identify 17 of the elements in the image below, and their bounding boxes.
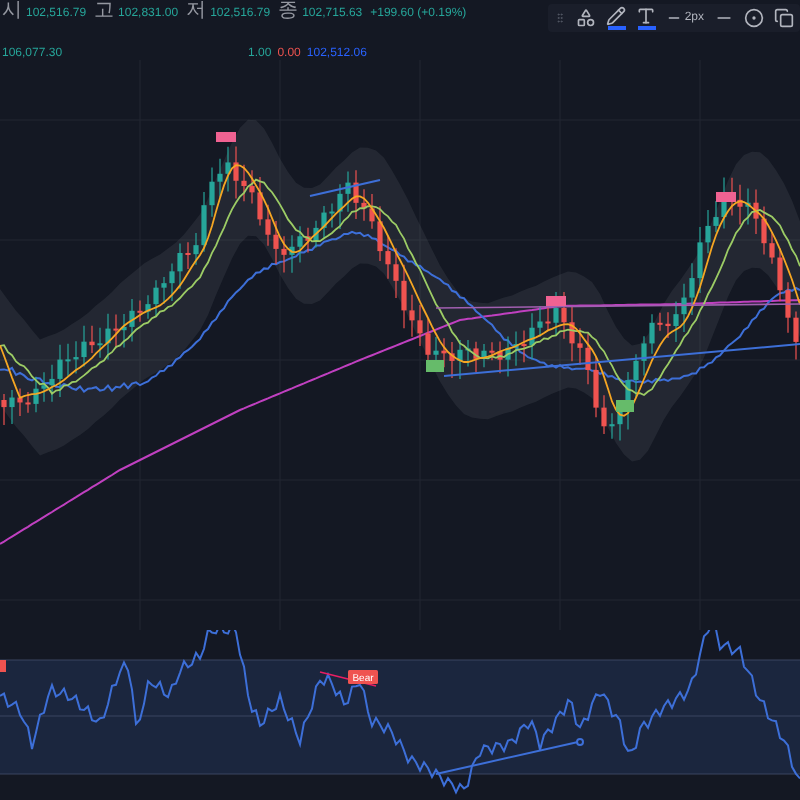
legend-label: 시 xyxy=(2,0,22,24)
signal-marker xyxy=(716,192,736,202)
signal-marker xyxy=(216,132,236,142)
pencil-icon[interactable] xyxy=(606,6,627,30)
legend-label: 고 xyxy=(94,0,115,24)
target-icon[interactable] xyxy=(744,8,764,28)
text-icon[interactable] xyxy=(636,6,657,30)
divergence-line xyxy=(319,671,377,687)
legend-label: 저 xyxy=(186,0,207,24)
signal-marker xyxy=(0,660,6,672)
signal-marker xyxy=(546,296,566,306)
signal-marker xyxy=(616,400,634,412)
shapes-icon[interactable] xyxy=(576,8,597,28)
trend-line xyxy=(309,179,381,197)
signal-marker xyxy=(426,360,444,372)
legend-label: 종 xyxy=(278,0,299,24)
clone-icon[interactable] xyxy=(774,8,794,28)
